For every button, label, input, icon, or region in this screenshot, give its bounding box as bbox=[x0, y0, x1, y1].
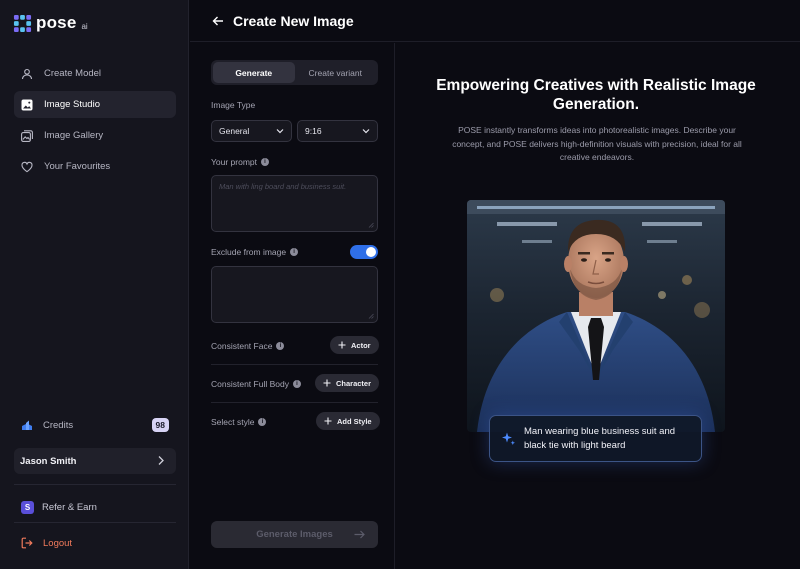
chevron-right-icon bbox=[158, 456, 164, 465]
prompt-label: Your prompt i bbox=[211, 157, 269, 167]
add-actor-button[interactable]: Actor bbox=[330, 336, 379, 354]
plus-icon bbox=[324, 417, 332, 425]
page-header: Create New Image bbox=[190, 0, 800, 42]
brand-name: pose bbox=[36, 13, 77, 32]
sidebar-item-your-favourites[interactable]: Your Favourites bbox=[14, 153, 176, 180]
image-type-value: General bbox=[219, 126, 250, 136]
add-character-label: Character bbox=[336, 378, 372, 388]
refer-icon: S bbox=[21, 500, 34, 514]
user-name: Jason Smith bbox=[20, 455, 77, 467]
image-caption-card: Man wearing blue business suit and black… bbox=[489, 415, 702, 462]
tab-generate[interactable]: Generate bbox=[213, 62, 295, 83]
portrait-illustration bbox=[467, 200, 725, 432]
sidebar-item-image-gallery[interactable]: Image Gallery bbox=[14, 122, 176, 149]
row-divider bbox=[211, 364, 378, 365]
logout-link[interactable]: Logout bbox=[14, 533, 176, 553]
brand-suffix: ai bbox=[81, 21, 88, 31]
consistent-body-label-text: Consistent Full Body bbox=[211, 379, 289, 389]
sparkle-icon bbox=[502, 432, 515, 445]
caption-text: Man wearing blue business suit and black… bbox=[524, 425, 676, 451]
add-style-label: Add Style bbox=[337, 416, 372, 426]
prompt-input[interactable]: Man with ling board and business suit. bbox=[211, 175, 378, 232]
generation-form: Generate Create variant Image Type Gener… bbox=[190, 43, 395, 569]
pose-logo-icon bbox=[13, 14, 32, 32]
info-icon: i bbox=[292, 380, 301, 388]
sidebar-item-create-model[interactable]: Create Model bbox=[14, 60, 176, 87]
image-type-select[interactable]: General bbox=[211, 120, 292, 142]
chevron-down-icon bbox=[362, 129, 370, 134]
consistent-face-label-text: Consistent Face bbox=[211, 341, 273, 351]
preview-description: POSE instantly transforms ideas into pho… bbox=[452, 125, 742, 162]
style-label-text: Select style bbox=[211, 417, 255, 427]
sample-portrait-image bbox=[467, 200, 725, 432]
logout-icon bbox=[21, 537, 33, 549]
credits-row[interactable]: Credits 98 bbox=[14, 414, 176, 436]
info-icon: i bbox=[290, 248, 299, 256]
info-icon: i bbox=[258, 418, 267, 426]
chevron-down-icon bbox=[276, 129, 284, 134]
preview-title: Empowering Creatives with Realistic Imag… bbox=[436, 77, 756, 113]
logout-label: Logout bbox=[43, 537, 73, 549]
sidebar-item-image-studio[interactable]: Image Studio bbox=[14, 91, 176, 118]
user-menu[interactable]: Jason Smith bbox=[14, 448, 176, 474]
refer-label: Refer & Earn bbox=[42, 501, 97, 513]
user-icon bbox=[21, 68, 33, 79]
arrow-right-icon bbox=[354, 530, 365, 539]
resize-grip-icon[interactable] bbox=[368, 222, 374, 228]
generate-images-label: Generate Images bbox=[256, 529, 333, 540]
refer-earn-link[interactable]: S Refer & Earn bbox=[14, 497, 176, 517]
credits-label: Credits bbox=[43, 419, 74, 431]
info-icon: i bbox=[261, 158, 269, 166]
sidebar-item-label: Image Gallery bbox=[44, 130, 104, 141]
back-arrow-icon[interactable] bbox=[212, 15, 224, 27]
heart-icon bbox=[21, 161, 33, 172]
plus-icon bbox=[338, 341, 346, 349]
sidebar: pose ai Create Model Image Studio Image … bbox=[0, 0, 189, 569]
exclude-toggle[interactable] bbox=[350, 245, 378, 259]
exclude-label-text: Exclude from image bbox=[211, 247, 287, 257]
image-type-label: Image Type bbox=[211, 100, 255, 110]
resize-grip-icon[interactable] bbox=[368, 313, 374, 319]
gallery-icon bbox=[21, 129, 33, 142]
consistent-body-label: Consistent Full Body i bbox=[211, 379, 301, 389]
info-icon: i bbox=[276, 342, 285, 350]
generate-images-button[interactable]: Generate Images bbox=[211, 521, 378, 548]
sidebar-nav: Create Model Image Studio Image Gallery … bbox=[14, 60, 176, 184]
sidebar-item-label: Image Studio bbox=[44, 99, 100, 110]
prompt-label-text: Your prompt bbox=[211, 157, 257, 167]
exclude-label: Exclude from image i bbox=[211, 247, 299, 257]
exclude-input[interactable] bbox=[211, 266, 378, 323]
sidebar-item-label: Your Favourites bbox=[44, 161, 111, 172]
credits-icon bbox=[22, 420, 32, 430]
credits-count-badge: 98 bbox=[151, 418, 169, 432]
add-style-button[interactable]: Add Style bbox=[316, 412, 380, 430]
sidebar-divider bbox=[14, 522, 176, 523]
consistent-face-label: Consistent Face i bbox=[211, 341, 285, 351]
aspect-ratio-value: 9:16 bbox=[305, 126, 322, 136]
mode-tabs: Generate Create variant bbox=[211, 60, 378, 85]
image-type-label-text: Image Type bbox=[211, 100, 256, 110]
sidebar-divider bbox=[14, 484, 176, 485]
logo[interactable]: pose ai bbox=[13, 12, 88, 34]
prompt-placeholder: Man with ling board and business suit. bbox=[219, 182, 347, 191]
add-actor-label: Actor bbox=[351, 340, 371, 350]
add-character-button[interactable]: Character bbox=[315, 374, 380, 392]
row-divider bbox=[211, 402, 378, 403]
tab-create-variant[interactable]: Create variant bbox=[295, 62, 377, 83]
sidebar-item-label: Create Model bbox=[44, 68, 102, 79]
image-icon bbox=[21, 99, 33, 110]
aspect-ratio-select[interactable]: 9:16 bbox=[297, 120, 378, 142]
page-title: Create New Image bbox=[233, 12, 354, 29]
preview-panel: Empowering Creatives with Realistic Imag… bbox=[396, 43, 800, 569]
plus-icon bbox=[323, 379, 331, 387]
style-label: Select style i bbox=[211, 417, 267, 427]
